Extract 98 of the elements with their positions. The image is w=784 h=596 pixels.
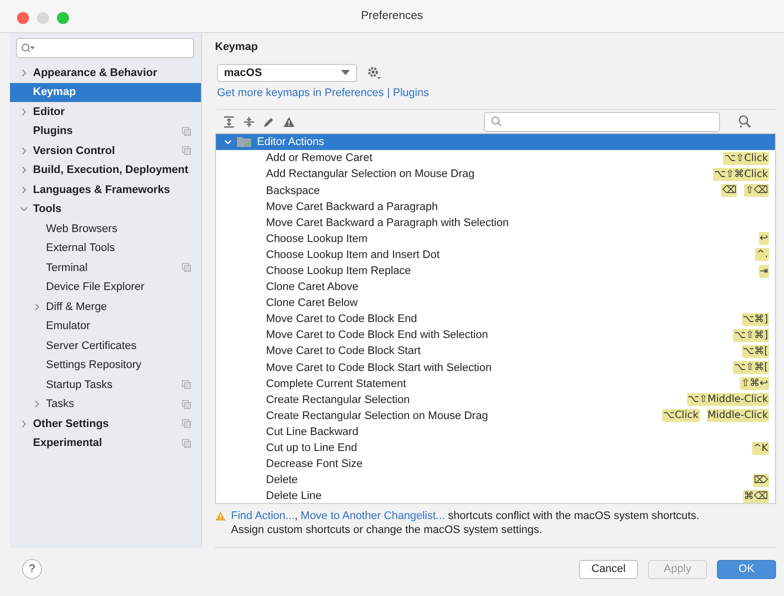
sidebar-item[interactable]: Server Certificates xyxy=(10,336,201,356)
sidebar-item[interactable]: Diff & Merge xyxy=(10,297,201,316)
pencil-icon[interactable] xyxy=(263,116,275,128)
shortcut-badge: ^. xyxy=(755,248,769,262)
sidebar-item[interactable]: Experimental xyxy=(10,434,201,453)
chevron-right-icon[interactable] xyxy=(20,166,28,174)
action-name[interactable]: Choose Lookup Item and Insert Dot xyxy=(266,248,756,261)
chevron-right-icon[interactable] xyxy=(20,68,28,77)
chevron-right-icon[interactable] xyxy=(33,302,41,311)
action-name[interactable]: Create Rectangular Selection on Mouse Drag xyxy=(266,410,662,422)
action-name[interactable]: Complete Current Statement xyxy=(266,378,740,390)
keymaps-text: Get more keymaps in Preferences | xyxy=(217,87,391,99)
action-name[interactable]: Create Rectangular Selection xyxy=(266,394,687,406)
action-name[interactable]: Choose Lookup Item Replace xyxy=(266,265,759,277)
keymap-dropdown[interactable]: macOS xyxy=(217,64,357,82)
shortcut-badge: ⌥⌘] xyxy=(742,312,769,326)
action-name[interactable]: Add Rectangular Selection on Mouse Drag xyxy=(266,168,714,180)
search-icon xyxy=(491,116,502,127)
shortcut-badge: ⇧⌫ xyxy=(744,184,769,198)
warning-icon xyxy=(215,510,226,521)
sidebar-item[interactable]: Terminal xyxy=(10,258,201,278)
folder-icon xyxy=(237,136,252,148)
gear-icon[interactable] xyxy=(367,66,381,80)
shortcut-badge: ⌥⇧Click xyxy=(723,152,769,165)
action-name[interactable]: Decrease Font Size xyxy=(266,458,769,470)
shortcut-badge: ↩ xyxy=(758,232,769,246)
warning-text: Assign custom shortcuts or change the macOS system settings. xyxy=(231,522,544,537)
shortcut-badge: ⌥⇧⌘[ xyxy=(733,361,769,374)
action-name[interactable]: Cut up to Line End xyxy=(266,442,752,454)
chevron-right-icon[interactable] xyxy=(20,146,28,155)
search-field[interactable] xyxy=(484,112,720,132)
sidebar-item[interactable]: Startup Tasks xyxy=(10,375,201,394)
dialog-button[interactable]: Cancel xyxy=(579,560,638,578)
sidebar-item[interactable]: Version Control xyxy=(10,141,201,160)
chevron-down-icon[interactable] xyxy=(224,138,232,146)
sidebar-item[interactable]: Settings Repository xyxy=(10,356,201,375)
action-name[interactable]: Clone Caret Below xyxy=(266,297,769,310)
shortcut-badge: ⌥⇧Middle-Click xyxy=(686,393,769,406)
shortcut-badge: ⌫ xyxy=(721,184,738,198)
action-link[interactable]: Find Action... xyxy=(231,508,295,523)
window-title: Preferences xyxy=(360,10,423,22)
collapse-all-icon[interactable] xyxy=(243,116,255,128)
chevron-down-icon[interactable] xyxy=(20,205,28,214)
shortcut-badge: ⌥⌘[ xyxy=(742,344,769,358)
shortcut-badge: ⌥⇧⌘] xyxy=(733,328,769,342)
shortcut-badge: Middle-Click xyxy=(706,409,769,422)
shortcut-badge: ⌦ xyxy=(752,474,769,487)
zoom-button[interactable] xyxy=(57,12,69,24)
caret-icon xyxy=(341,70,350,76)
sidebar-item[interactable]: Editor xyxy=(10,102,201,122)
shortcut-badge: ⌘⌫ xyxy=(742,490,769,503)
chevron-right-icon[interactable] xyxy=(33,400,41,408)
shortcut-badge: ^K xyxy=(752,442,769,455)
tree-group-row[interactable]: Editor Actions xyxy=(216,134,775,150)
expand-all-icon[interactable] xyxy=(223,116,235,128)
action-name[interactable]: Delete xyxy=(266,474,753,486)
search-field[interactable] xyxy=(16,38,194,58)
action-link[interactable]: Move to Another Changelist... xyxy=(300,508,445,523)
action-name[interactable]: Cut Line Backward xyxy=(266,426,769,438)
comma-text: , xyxy=(294,508,298,523)
action-name[interactable]: Clone Caret Above xyxy=(266,281,769,294)
sidebar-item[interactable]: Plugins xyxy=(10,122,201,141)
close-button[interactable] xyxy=(17,12,29,24)
shortcut-badge: ⌥Click xyxy=(662,409,700,422)
sidebar-item[interactable]: Web Browsers xyxy=(10,219,201,238)
action-name[interactable]: Move Caret to Code Block End with Selection xyxy=(266,329,734,342)
sidebar-item[interactable]: Emulator xyxy=(10,316,201,336)
action-name[interactable]: Move Caret Backward a Paragraph with Selection xyxy=(266,216,769,229)
sidebar-item[interactable]: Tasks xyxy=(10,394,201,414)
sidebar-item[interactable]: Build, Execution, Deployment xyxy=(10,160,201,180)
shortcut-badge: ⌥⇧⌘Click xyxy=(713,168,769,181)
action-name[interactable]: Add or Remove Caret xyxy=(266,152,724,164)
chevron-right-icon[interactable] xyxy=(20,186,28,194)
plugins-link[interactable]: Plugins xyxy=(392,87,429,99)
sidebar-item[interactable]: Device File Explorer xyxy=(10,278,201,297)
action-name[interactable]: Delete Line xyxy=(266,490,743,502)
sidebar-item[interactable]: Other Settings xyxy=(10,414,201,434)
warning-icon[interactable] xyxy=(283,116,295,128)
sidebar-item[interactable]: External Tools xyxy=(10,238,201,258)
page-title: Keymap xyxy=(215,40,259,55)
sidebar-item[interactable]: Tools xyxy=(10,200,201,219)
find-shortcut-icon[interactable] xyxy=(738,115,752,128)
action-name[interactable]: Backspace xyxy=(266,184,722,197)
sidebar-item[interactable]: Keymap xyxy=(10,82,201,102)
shortcut-badge: ⇥ xyxy=(758,264,769,278)
shortcut-badge: ⇧⌘↩ xyxy=(740,377,769,390)
help-button[interactable]: ? xyxy=(22,559,42,579)
sidebar-item[interactable]: Languages & Frameworks xyxy=(10,180,201,200)
action-name[interactable]: Move Caret to Code Block Start xyxy=(266,345,742,358)
search-icon xyxy=(21,43,35,53)
action-name[interactable]: Move Caret to Code Block End xyxy=(266,313,742,326)
sidebar-item[interactable]: Appearance & Behavior xyxy=(10,63,201,82)
warning-text: shortcuts conflict with the macOS system shortcuts. xyxy=(447,508,700,523)
chevron-right-icon[interactable] xyxy=(20,420,28,428)
chevron-right-icon[interactable] xyxy=(20,108,28,116)
action-name[interactable]: Move Caret to Code Block Start with Selection xyxy=(266,362,734,374)
action-name[interactable]: Move Caret Backward a Paragraph xyxy=(266,200,769,213)
action-name[interactable]: Choose Lookup Item xyxy=(266,232,759,245)
